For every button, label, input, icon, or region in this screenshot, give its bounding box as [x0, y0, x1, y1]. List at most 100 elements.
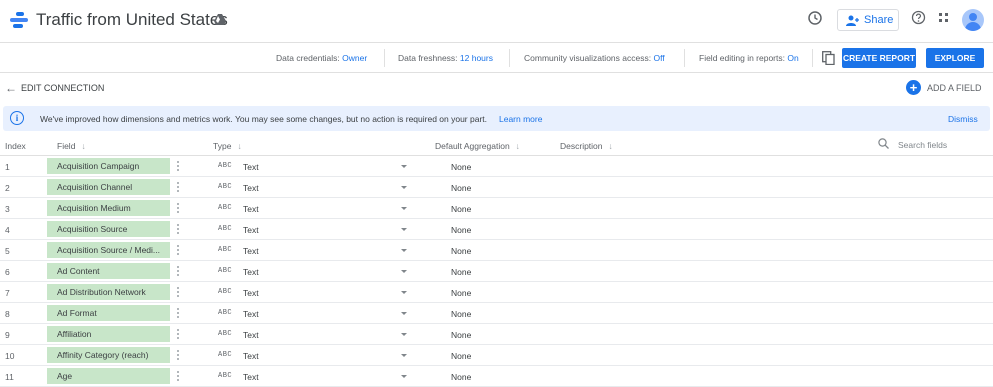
sort-arrow-icon[interactable]: ↓ — [237, 141, 241, 151]
edit-connection-link[interactable]: EDIT CONNECTION — [21, 83, 104, 93]
type-dropdown[interactable]: Text — [243, 330, 259, 340]
freshness-value[interactable]: 12 hours — [460, 53, 493, 63]
aggregation-value[interactable]: None — [451, 225, 471, 235]
avatar[interactable] — [962, 9, 984, 31]
more-vert-icon[interactable] — [176, 180, 180, 194]
create-report-button[interactable]: CREATE REPORT — [842, 48, 916, 68]
type-dropdown[interactable]: Text — [243, 267, 259, 277]
dropdown-arrow-icon[interactable] — [401, 228, 407, 231]
description-header-label: Description — [560, 141, 603, 151]
learn-more-link[interactable]: Learn more — [499, 114, 542, 124]
field-name-chip[interactable]: Acquisition Medium — [47, 200, 170, 216]
type-dropdown[interactable]: Text — [243, 162, 259, 172]
dropdown-arrow-icon[interactable] — [401, 270, 407, 273]
sort-arrow-icon[interactable]: ↓ — [516, 141, 520, 151]
more-vert-icon[interactable] — [176, 243, 180, 257]
aggregation-value[interactable]: None — [451, 351, 471, 361]
explore-button[interactable]: EXPLORE — [926, 48, 984, 68]
info-icon: i — [10, 111, 24, 125]
field-name-chip[interactable]: Acquisition Source — [47, 221, 170, 237]
type-dropdown[interactable]: Text — [243, 309, 259, 319]
text-type-icon: ABC — [218, 204, 233, 212]
report-title[interactable]: Traffic from United States — [36, 10, 228, 30]
aggregation-value[interactable]: None — [451, 288, 471, 298]
column-header-field[interactable]: Field ↓ — [57, 141, 86, 151]
aggregation-value[interactable]: None — [451, 372, 471, 382]
column-header-type[interactable]: Type ↓ — [213, 141, 242, 151]
sort-arrow-icon[interactable]: ↓ — [81, 141, 85, 151]
column-header-aggregation[interactable]: Default Aggregation ↓ — [435, 141, 520, 151]
type-dropdown[interactable]: Text — [243, 351, 259, 361]
more-vert-icon[interactable] — [176, 264, 180, 278]
row-index: 7 — [5, 288, 10, 298]
apps-grid-icon[interactable] — [934, 10, 954, 30]
type-dropdown[interactable]: Text — [243, 288, 259, 298]
more-vert-icon[interactable] — [176, 285, 180, 299]
dropdown-arrow-icon[interactable] — [401, 186, 407, 189]
dropdown-arrow-icon[interactable] — [401, 249, 407, 252]
aggregation-value[interactable]: None — [451, 183, 471, 193]
share-button[interactable]: Share — [837, 9, 899, 31]
history-icon[interactable] — [805, 10, 825, 30]
dropdown-arrow-icon[interactable] — [401, 354, 407, 357]
dismiss-button[interactable]: Dismiss — [948, 114, 978, 124]
more-vert-icon[interactable] — [176, 369, 180, 383]
more-vert-icon[interactable] — [176, 222, 180, 236]
type-dropdown[interactable]: Text — [243, 372, 259, 382]
field-name-chip[interactable]: Affiliation — [47, 326, 170, 342]
freshness-setting[interactable]: Data freshness: 12 hours — [398, 53, 493, 63]
more-vert-icon[interactable] — [176, 327, 180, 341]
dropdown-arrow-icon[interactable] — [401, 333, 407, 336]
dropdown-arrow-icon[interactable] — [401, 312, 407, 315]
text-type-icon: ABC — [218, 246, 233, 254]
type-dropdown[interactable]: Text — [243, 204, 259, 214]
field-name-chip[interactable]: Acquisition Channel — [47, 179, 170, 195]
community-viz-setting[interactable]: Community visualizations access: Off — [524, 53, 665, 63]
table-row: 7 Ad Distribution Network ABC Text None — [0, 282, 993, 303]
field-name-chip[interactable]: Affinity Category (reach) — [47, 347, 170, 363]
row-index: 3 — [5, 204, 10, 214]
column-header-description[interactable]: Description ↓ — [560, 141, 613, 151]
field-name-chip[interactable]: Ad Distribution Network — [47, 284, 170, 300]
community-value[interactable]: Off — [653, 53, 664, 63]
aggregation-value[interactable]: None — [451, 309, 471, 319]
aggregation-value[interactable]: None — [451, 246, 471, 256]
more-vert-icon[interactable] — [176, 159, 180, 173]
app-header: Traffic from United States Share — [0, 0, 993, 42]
field-name-chip[interactable]: Ad Content — [47, 263, 170, 279]
aggregation-value[interactable]: None — [451, 267, 471, 277]
type-dropdown[interactable]: Text — [243, 183, 259, 193]
sort-arrow-icon[interactable]: ↓ — [609, 141, 613, 151]
field-editing-setting[interactable]: Field editing in reports: On — [699, 53, 799, 63]
more-vert-icon[interactable] — [176, 348, 180, 362]
field-name-chip[interactable]: Ad Format — [47, 305, 170, 321]
search-fields-input[interactable] — [898, 137, 988, 153]
field-editing-label: Field editing in reports: — [699, 53, 785, 63]
row-index: 11 — [5, 372, 14, 382]
dropdown-arrow-icon[interactable] — [401, 207, 407, 210]
field-name-chip[interactable]: Age — [47, 368, 170, 384]
type-dropdown[interactable]: Text — [243, 225, 259, 235]
dropdown-arrow-icon[interactable] — [401, 291, 407, 294]
field-editing-value[interactable]: On — [787, 53, 798, 63]
credentials-setting[interactable]: Data credentials: Owner — [276, 53, 367, 63]
more-vert-icon[interactable] — [176, 306, 180, 320]
dropdown-arrow-icon[interactable] — [401, 165, 407, 168]
report-logo-icon[interactable] — [10, 12, 28, 28]
credentials-value[interactable]: Owner — [342, 53, 367, 63]
dropdown-arrow-icon[interactable] — [401, 375, 407, 378]
aggregation-value[interactable]: None — [451, 330, 471, 340]
field-name-chip[interactable]: Acquisition Campaign — [47, 158, 170, 174]
add-field-button[interactable]: + ADD A FIELD — [906, 80, 982, 95]
aggregation-value[interactable]: None — [451, 204, 471, 214]
aggregation-value[interactable]: None — [451, 162, 471, 172]
help-icon[interactable] — [908, 10, 928, 30]
back-arrow-icon[interactable]: ← — [5, 81, 17, 95]
type-dropdown[interactable]: Text — [243, 246, 259, 256]
more-vert-icon[interactable] — [176, 201, 180, 215]
plus-icon: + — [906, 80, 921, 95]
table-row: 1 Acquisition Campaign ABC Text None — [0, 156, 993, 177]
field-name-chip[interactable]: Acquisition Source / Medi... — [47, 242, 170, 258]
search-icon — [878, 138, 889, 149]
copy-icon[interactable] — [822, 51, 835, 65]
